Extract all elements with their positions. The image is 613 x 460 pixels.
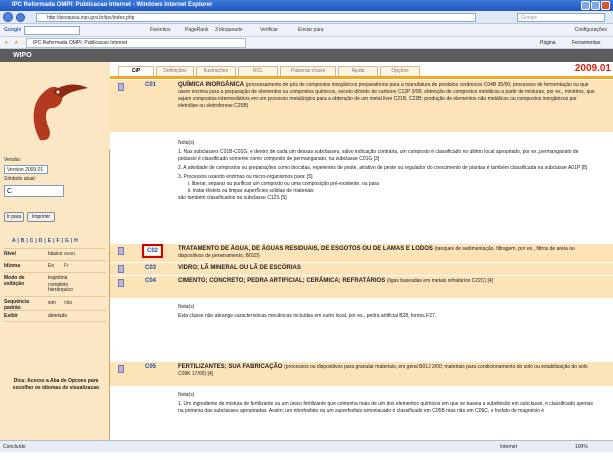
- entry-c04: C04 CIMENTO; CONCRETO; PEDRA ARTIFICIAL;…: [110, 276, 613, 298]
- tab-bar: CIP Definições Ilustrações RCL Palavras-…: [110, 62, 613, 76]
- entry-icon[interactable]: [118, 365, 124, 373]
- tip-text: Dica: Acesse a Aba de Opcoes para escolh…: [12, 378, 100, 391]
- simbolo-input[interactable]: C: [4, 185, 64, 197]
- version-badge: 2009.01: [574, 63, 611, 74]
- google-bloqueado[interactable]: 3 bloqueado: [215, 24, 243, 37]
- entry-code[interactable]: C03: [145, 265, 156, 271]
- entry-code[interactable]: C04: [145, 278, 156, 284]
- entry-c01: C01 QUÍMICA INORGÂNICA (processamento de…: [110, 80, 613, 132]
- tab-underline: [110, 76, 613, 79]
- tab-palavras-chave[interactable]: Palavras-chave: [280, 66, 336, 76]
- option-row-idioma: Idioma En Fr: [4, 260, 106, 272]
- url-input[interactable]: http://pesquisa.inpi.gov.br/ipc/index.ph…: [36, 13, 476, 22]
- google-pagerank[interactable]: PageRank: [185, 24, 208, 37]
- google-enviar[interactable]: Enviar para: [298, 24, 324, 37]
- imprimir-button[interactable]: Imprimir: [27, 212, 55, 222]
- entry-icon[interactable]: [118, 265, 124, 273]
- address-bar: http://pesquisa.inpi.gov.br/ipc/index.ph…: [0, 11, 613, 24]
- page-menu[interactable]: Página: [540, 37, 556, 49]
- ir-para-button[interactable]: Ir para: [4, 212, 24, 222]
- entry-code[interactable]: C01: [145, 82, 156, 88]
- entry-code[interactable]: C05: [145, 364, 156, 370]
- google-favoritos[interactable]: Favoritos: [150, 24, 171, 37]
- tab-ilustracoes[interactable]: Ilustrações: [196, 66, 236, 76]
- google-label: Google: [4, 27, 22, 33]
- minimize-button[interactable]: [581, 1, 590, 10]
- entry-icon[interactable]: [118, 83, 124, 91]
- entry-title: CIMENTO; CONCRETO; PEDRA ARTIFICIAL; CER…: [178, 278, 386, 284]
- google-configuracoes[interactable]: Configurações: [575, 24, 607, 37]
- tools-menu[interactable]: Ferramentas: [572, 37, 600, 49]
- ibis-logo: [0, 62, 110, 150]
- window-title: IPC Reformada OMPI: Publicacao Internet …: [12, 2, 213, 8]
- entry-title: QUÍMICA INORGÂNICA: [178, 82, 244, 88]
- entry-title: VIDRO; LÃ MINERAL OU LÃ DE ESCÓRIAS: [178, 265, 301, 271]
- bottom-strip: [0, 452, 613, 460]
- google-search-input[interactable]: [24, 26, 80, 35]
- tab-opcoes[interactable]: Opções: [380, 66, 420, 76]
- notes-c04: Nota(s) Esta classe não abrange caracter…: [178, 304, 437, 319]
- entry-c05: C05 FERTILIZANTES; SUA FABRICAÇÃO (proce…: [110, 362, 613, 386]
- tab-definicoes[interactable]: Definições: [156, 66, 194, 76]
- wipo-header: WIPO: [0, 49, 613, 62]
- section-letters[interactable]: A | B | C | D | E | F | G | H: [12, 238, 78, 244]
- entry-c02: C02 TRATAMENTO DE ÁGUA, DE ÁGUAS RESIDUA…: [110, 244, 613, 262]
- back-button[interactable]: [3, 12, 13, 22]
- status-bar: Concluído Internet 100%: [0, 440, 613, 452]
- entry-icon[interactable]: [118, 279, 124, 287]
- version-select[interactable]: Version 2009.01: [4, 165, 48, 174]
- entry-c03: C03 VIDRO; LÃ MINERAL OU LÃ DE ESCÓRIAS: [110, 263, 613, 275]
- versao-label: Versão:: [4, 157, 21, 163]
- option-row-hierarquico: hierárquico: [48, 287, 73, 293]
- entry-icon[interactable]: [118, 247, 124, 255]
- window-titlebar: IPC Reformada OMPI: Publicacao Internet …: [0, 0, 613, 11]
- google-toolbar: Google Favoritos PageRank 3 bloqueado Ve…: [0, 24, 613, 37]
- favorites-bar: ★ ★ IPC Reformada OMPI: Publicacao Inter…: [0, 37, 613, 49]
- option-row-exibir: Exibir deletado: [4, 310, 106, 322]
- tab-cip[interactable]: CIP: [118, 66, 154, 76]
- entry-title: FERTILIZANTES; SUA FABRICAÇÃO: [178, 364, 283, 370]
- search-input[interactable]: Google: [517, 13, 605, 22]
- simbolo-label: Símbolo atual:: [4, 176, 36, 182]
- option-row-sequencia: Sequência padrão sim não: [4, 296, 106, 311]
- browser-tab[interactable]: IPC Reformada OMPI: Publicacao Internet: [26, 38, 246, 48]
- main-content: CIP Definições Ilustrações RCL Palavras-…: [110, 62, 613, 440]
- entry-desc: (ligas baseadas em metais refratários C2…: [386, 278, 494, 284]
- option-row-modo: Modo de exibição trajetória completo: [4, 272, 106, 288]
- wipo-label: WIPO: [13, 52, 32, 59]
- add-favorites-icon[interactable]: ★: [14, 37, 18, 49]
- maximize-button[interactable]: [591, 1, 600, 10]
- option-row-nivel: Nível básico avan.: [4, 248, 106, 260]
- entry-title: TRATAMENTO DE ÁGUA, DE ÁGUAS RESIDUAIS, …: [178, 246, 433, 252]
- entry-code[interactable]: C02: [141, 244, 164, 258]
- status-text: Concluído: [3, 444, 26, 450]
- tab-ajuda[interactable]: Ajuda: [338, 66, 378, 76]
- forward-button[interactable]: [16, 13, 25, 22]
- close-button[interactable]: [601, 1, 610, 10]
- left-panel: Versão: Version 2009.01 Símbolo atual: C…: [0, 62, 110, 440]
- tab-rcl[interactable]: RCL: [238, 66, 278, 76]
- favorites-star-icon[interactable]: ★: [4, 37, 8, 49]
- notes-c05: Nota(s) 1. Um ingrediente de mistura de …: [178, 392, 593, 414]
- google-verificar[interactable]: Verificar: [260, 24, 278, 37]
- notes-c01: Nota(s) 1. Nas subclasses C01B-C01G, e d…: [178, 140, 588, 201]
